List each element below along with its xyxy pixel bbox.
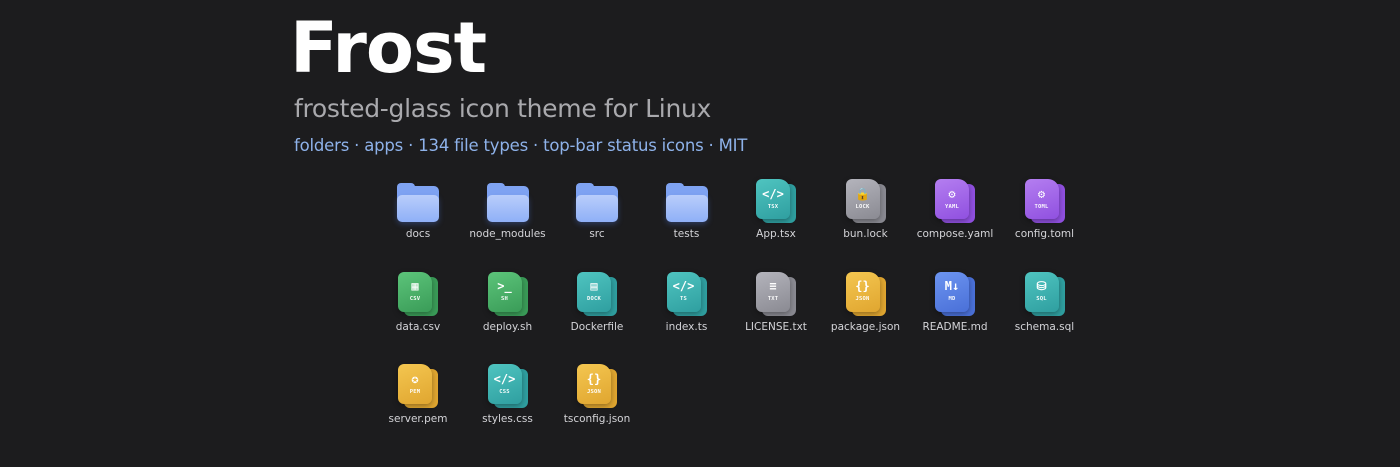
file-glyph: ⛁ [1036, 279, 1047, 293]
file-glyph: M↓ [944, 279, 960, 293]
icon-item[interactable]: src [552, 178, 642, 258]
file-glyph: ✪ [411, 371, 419, 386]
page-subtitle: frosted-glass icon theme for Linux [294, 94, 712, 123]
text-file-icon: ≡ TXT [752, 271, 800, 317]
icon-item[interactable]: </> TS index.ts [642, 271, 732, 351]
file-extension-badge: YAML [944, 203, 960, 210]
icon-item[interactable]: {} JSON package.json [821, 271, 911, 351]
docker-file-icon: ▤ DOCK [573, 271, 621, 317]
icon-label: node_modules [469, 228, 546, 240]
icon-label: schema.sql [1014, 320, 1075, 333]
file-extension-badge: MD [948, 296, 956, 302]
file-extension-badge: SH [500, 296, 509, 302]
folder-icon [663, 178, 711, 224]
icon-item[interactable]: ✪ PEM server.pem [373, 363, 463, 443]
icon-item[interactable]: </> TSX App.tsx [731, 178, 821, 258]
file-extension-badge: LOCK [855, 203, 870, 210]
file-extension-badge: SQL [1036, 296, 1047, 302]
ts-file-icon: </> TS [663, 271, 711, 317]
icon-label: styles.css [482, 413, 533, 425]
icon-label: bun.lock [843, 228, 888, 240]
file-glyph: >_ [497, 279, 512, 293]
file-extension-badge: TXT [767, 296, 779, 302]
icon-label: data.csv [395, 320, 441, 333]
file-extension-badge: TS [679, 296, 688, 302]
icon-label: docs [405, 228, 431, 240]
file-extension-badge: PEM [409, 388, 421, 395]
sql-file-icon: ⛁ SQL [1021, 271, 1069, 317]
file-glyph: </> [762, 186, 784, 201]
file-glyph: {} [855, 279, 870, 293]
icon-item[interactable]: </> CSS styles.css [463, 363, 553, 443]
file-glyph: ⚙ [1037, 186, 1046, 201]
icon-item[interactable]: tests [642, 178, 732, 258]
icon-label: Dockerfile [570, 320, 624, 333]
json-file-icon: {} JSON [573, 363, 621, 409]
page-title: Frost [290, 7, 487, 89]
icon-label: tests [673, 228, 700, 240]
icon-label: index.ts [665, 320, 708, 333]
css-file-icon: </> CSS [484, 363, 532, 409]
icon-label: server.pem [388, 413, 448, 425]
file-extension-badge: JSON [855, 296, 870, 302]
icon-item[interactable]: 🔒 LOCK bun.lock [821, 178, 911, 258]
icon-item[interactable]: node_modules [463, 178, 553, 258]
file-extension-badge: CSS [499, 388, 510, 395]
icon-label: deploy.sh [482, 320, 533, 333]
icon-label: README.md [922, 320, 988, 333]
lock-file-icon: 🔒 LOCK [842, 178, 890, 224]
yaml-file-icon: ⚙ YAML [931, 178, 979, 224]
folder-icon [484, 178, 532, 224]
icon-item[interactable]: ▦ CSV data.csv [373, 271, 463, 351]
toml-file-icon: ⚙ TOML [1021, 178, 1069, 224]
folder-icon [573, 178, 621, 224]
shell-file-icon: >_ SH [484, 271, 532, 317]
certificate-file-icon: ✪ PEM [394, 363, 442, 409]
icon-item[interactable]: ≡ TXT LICENSE.txt [731, 271, 821, 351]
tsx-file-icon: </> TSX [752, 178, 800, 224]
markdown-file-icon: M↓ MD [931, 271, 979, 317]
icon-label: package.json [830, 320, 901, 333]
icon-item[interactable]: ▤ DOCK Dockerfile [552, 271, 642, 351]
icon-label: config.toml [1014, 228, 1075, 240]
icon-label: LICENSE.txt [745, 320, 807, 333]
file-glyph: ▦ [411, 279, 419, 293]
file-glyph: ▤ [590, 279, 598, 293]
csv-file-icon: ▦ CSV [394, 271, 442, 317]
icon-label: tsconfig.json [563, 413, 631, 425]
file-glyph: ≡ [769, 279, 777, 293]
icon-label: src [589, 228, 605, 240]
theme-showcase: Frost frosted-glass icon theme for Linux… [0, 0, 1400, 467]
icon-label: compose.yaml [916, 228, 994, 240]
icon-item[interactable]: ⚙ YAML compose.yaml [910, 178, 1000, 258]
icon-item[interactable]: ⚙ TOML config.toml [1000, 178, 1090, 258]
file-glyph: {} [586, 371, 602, 386]
file-glyph: </> [493, 371, 516, 386]
icon-item[interactable]: docs [373, 178, 463, 258]
file-extension-badge: DOCK [586, 296, 602, 302]
file-extension-badge: TSX [767, 203, 779, 210]
icon-item[interactable]: M↓ MD README.md [910, 271, 1000, 351]
icon-item[interactable]: ⛁ SQL schema.sql [1000, 271, 1090, 351]
file-extension-badge: CSV [409, 296, 421, 302]
file-extension-badge: TOML [1034, 203, 1049, 210]
file-glyph: ⚙ [948, 186, 956, 201]
icon-item[interactable]: >_ SH deploy.sh [463, 271, 553, 351]
icon-item[interactable]: {} JSON tsconfig.json [552, 363, 642, 443]
file-extension-badge: JSON [586, 388, 602, 395]
icon-label: App.tsx [756, 228, 796, 240]
file-glyph: </> [672, 279, 695, 293]
file-glyph: 🔒 [855, 186, 870, 201]
json-file-icon: {} JSON [842, 271, 890, 317]
feature-list: folders · apps · 134 file types · top-ba… [294, 136, 748, 155]
folder-icon [394, 178, 442, 224]
